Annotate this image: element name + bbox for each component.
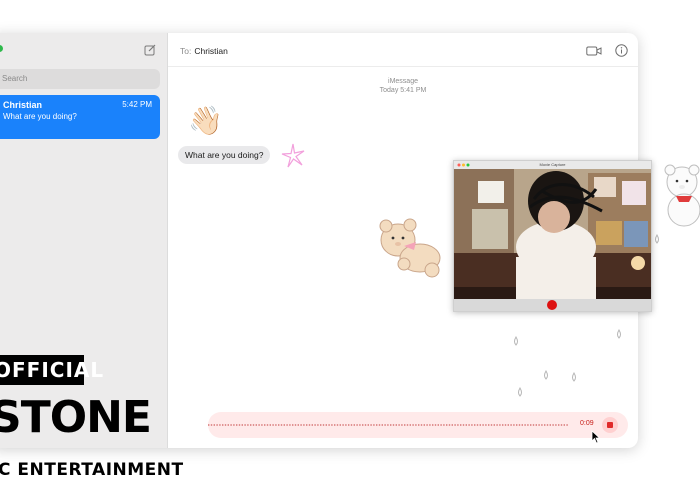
record-button[interactable] [547,300,557,310]
audio-waveform [208,424,568,426]
watermark-label-box: OFFICIAL [0,355,105,385]
video-window-title: Movie Capture [454,161,651,169]
mouse-pointer-icon [591,430,601,444]
recording-elapsed-time: 0:09 [580,420,594,427]
watermark-line-1: OFFICIAL [0,358,105,382]
video-frame [454,169,651,301]
audio-recording-bar: 0:09 [208,412,628,438]
video-control-bar [454,299,651,311]
watermark-line-3: C ENTERTAINMENT [0,460,184,480]
movie-capture-window[interactable]: Movie Capture [453,160,652,312]
stop-recording-button[interactable] [602,417,618,433]
stop-icon [607,422,613,428]
video-window-controls[interactable] [457,163,471,167]
watermark-line-2: STONE [0,392,152,443]
